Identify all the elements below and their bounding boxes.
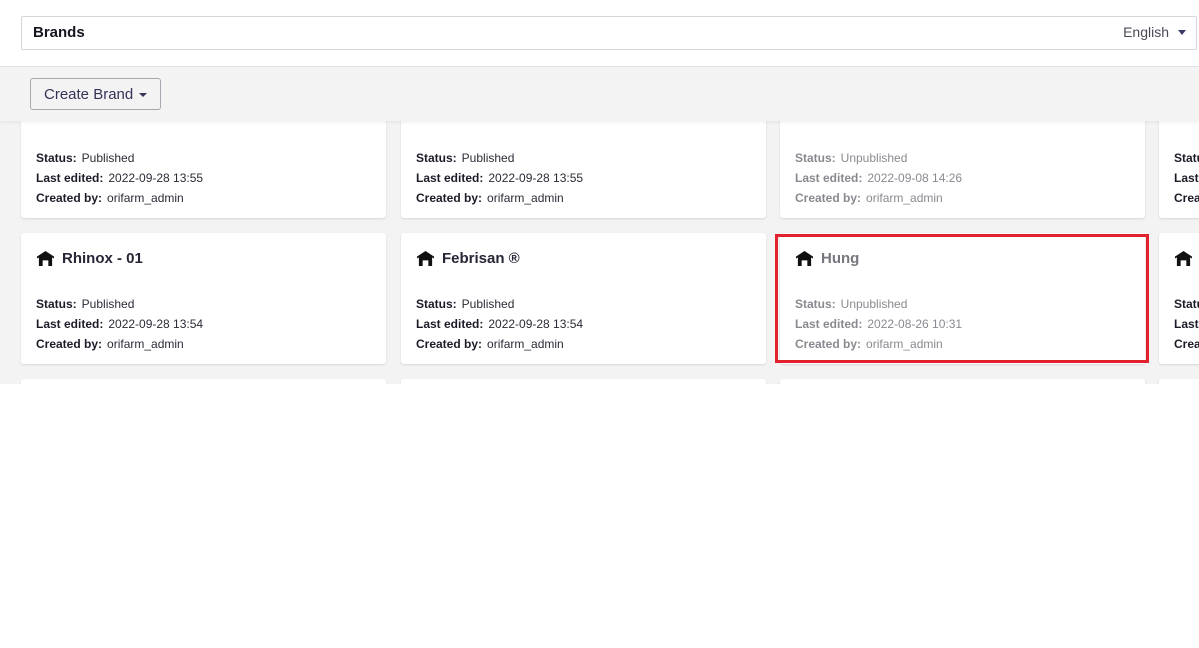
tent-icon [796, 250, 813, 266]
create-brand-label: Create Brand [44, 85, 134, 103]
brand-status: Status [1174, 151, 1199, 165]
brand-status: Statu [1174, 297, 1199, 311]
brand-last-edited: Last edited: 2022-09-28 13:54 [36, 317, 204, 331]
brand-card[interactable] [21, 379, 386, 384]
brand-created-by: Created by: orifarm_admin [36, 191, 184, 205]
brand-card[interactable] [1159, 379, 1199, 384]
create-brand-button[interactable]: Create Brand [30, 78, 162, 110]
brand-created-by: Created by: orifarm_admin [416, 337, 564, 351]
brand-status: Status: Published [36, 151, 135, 165]
brand-created-by: Crea [1174, 191, 1199, 205]
chevron-down-icon [139, 93, 148, 97]
brand-card-header [1174, 249, 1193, 267]
brand-name: Febrisan ® [442, 249, 520, 267]
brand-created-by: Created by: orifarm_admin [416, 191, 564, 205]
brand-last-edited: Last edited: 2022-09-28 13:55 [416, 171, 584, 185]
language-value: English [1123, 24, 1169, 40]
brand-card-header: Rhinox - 01 [36, 249, 143, 267]
brand-status: Status: Published [416, 297, 515, 311]
brand-card-header: Febrisan ® [416, 249, 520, 267]
brand-name: Hung [821, 249, 860, 267]
title-box: Brands English [21, 16, 1197, 50]
brand-card[interactable] [780, 379, 1145, 384]
tent-icon [1175, 250, 1192, 266]
brand-last-edited: Last edited: 2022-08-26 10:31 [795, 317, 963, 331]
brand-card-hung[interactable]: Hung Status: Unpublished Last edited: 2022… [780, 233, 1145, 364]
brand-card[interactable]: Rhinox - 01 Status: Published Last edited… [21, 233, 386, 364]
brand-card-header: Hung [795, 249, 859, 267]
brand-created-by: Created by: orifarm_admin [795, 337, 943, 351]
language-select[interactable]: English [1123, 24, 1186, 40]
page-title: Brands [33, 24, 85, 41]
brand-status: Status: Published [36, 297, 135, 311]
brand-created-by: Crea [1174, 337, 1199, 351]
app-root: Status: Published Last edited: 2022-09-28 … [0, 0, 1199, 384]
brand-created-by: Created by: orifarm_admin [795, 191, 943, 205]
brand-status: Status: Unpublished [795, 297, 908, 311]
tent-icon [417, 250, 434, 266]
brand-created-by: Created by: orifarm_admin [36, 337, 184, 351]
brand-status: Status: Unpublished [795, 151, 908, 165]
brand-last-edited: Last edited: 2022-09-28 13:54 [416, 317, 584, 331]
header-bar: Brands English [0, 0, 1199, 67]
brand-last-edited: Last [1174, 317, 1199, 331]
brand-name: Rhinox - 01 [62, 249, 143, 267]
brand-last-edited: Last [1174, 171, 1199, 185]
brand-card[interactable] [401, 379, 766, 384]
toolbar: Create Brand [0, 67, 1199, 121]
brand-last-edited: Last edited: 2022-09-08 14:26 [795, 171, 963, 185]
brand-card[interactable]: Febrisan ® Status: Published Last edited:… [401, 233, 766, 364]
chevron-down-icon [1178, 29, 1186, 35]
brand-status: Status: Published [416, 151, 515, 165]
brand-card[interactable]: Statu Last Crea [1159, 233, 1199, 364]
brand-last-edited: Last edited: 2022-09-28 13:55 [36, 171, 204, 185]
tent-icon [37, 250, 54, 266]
